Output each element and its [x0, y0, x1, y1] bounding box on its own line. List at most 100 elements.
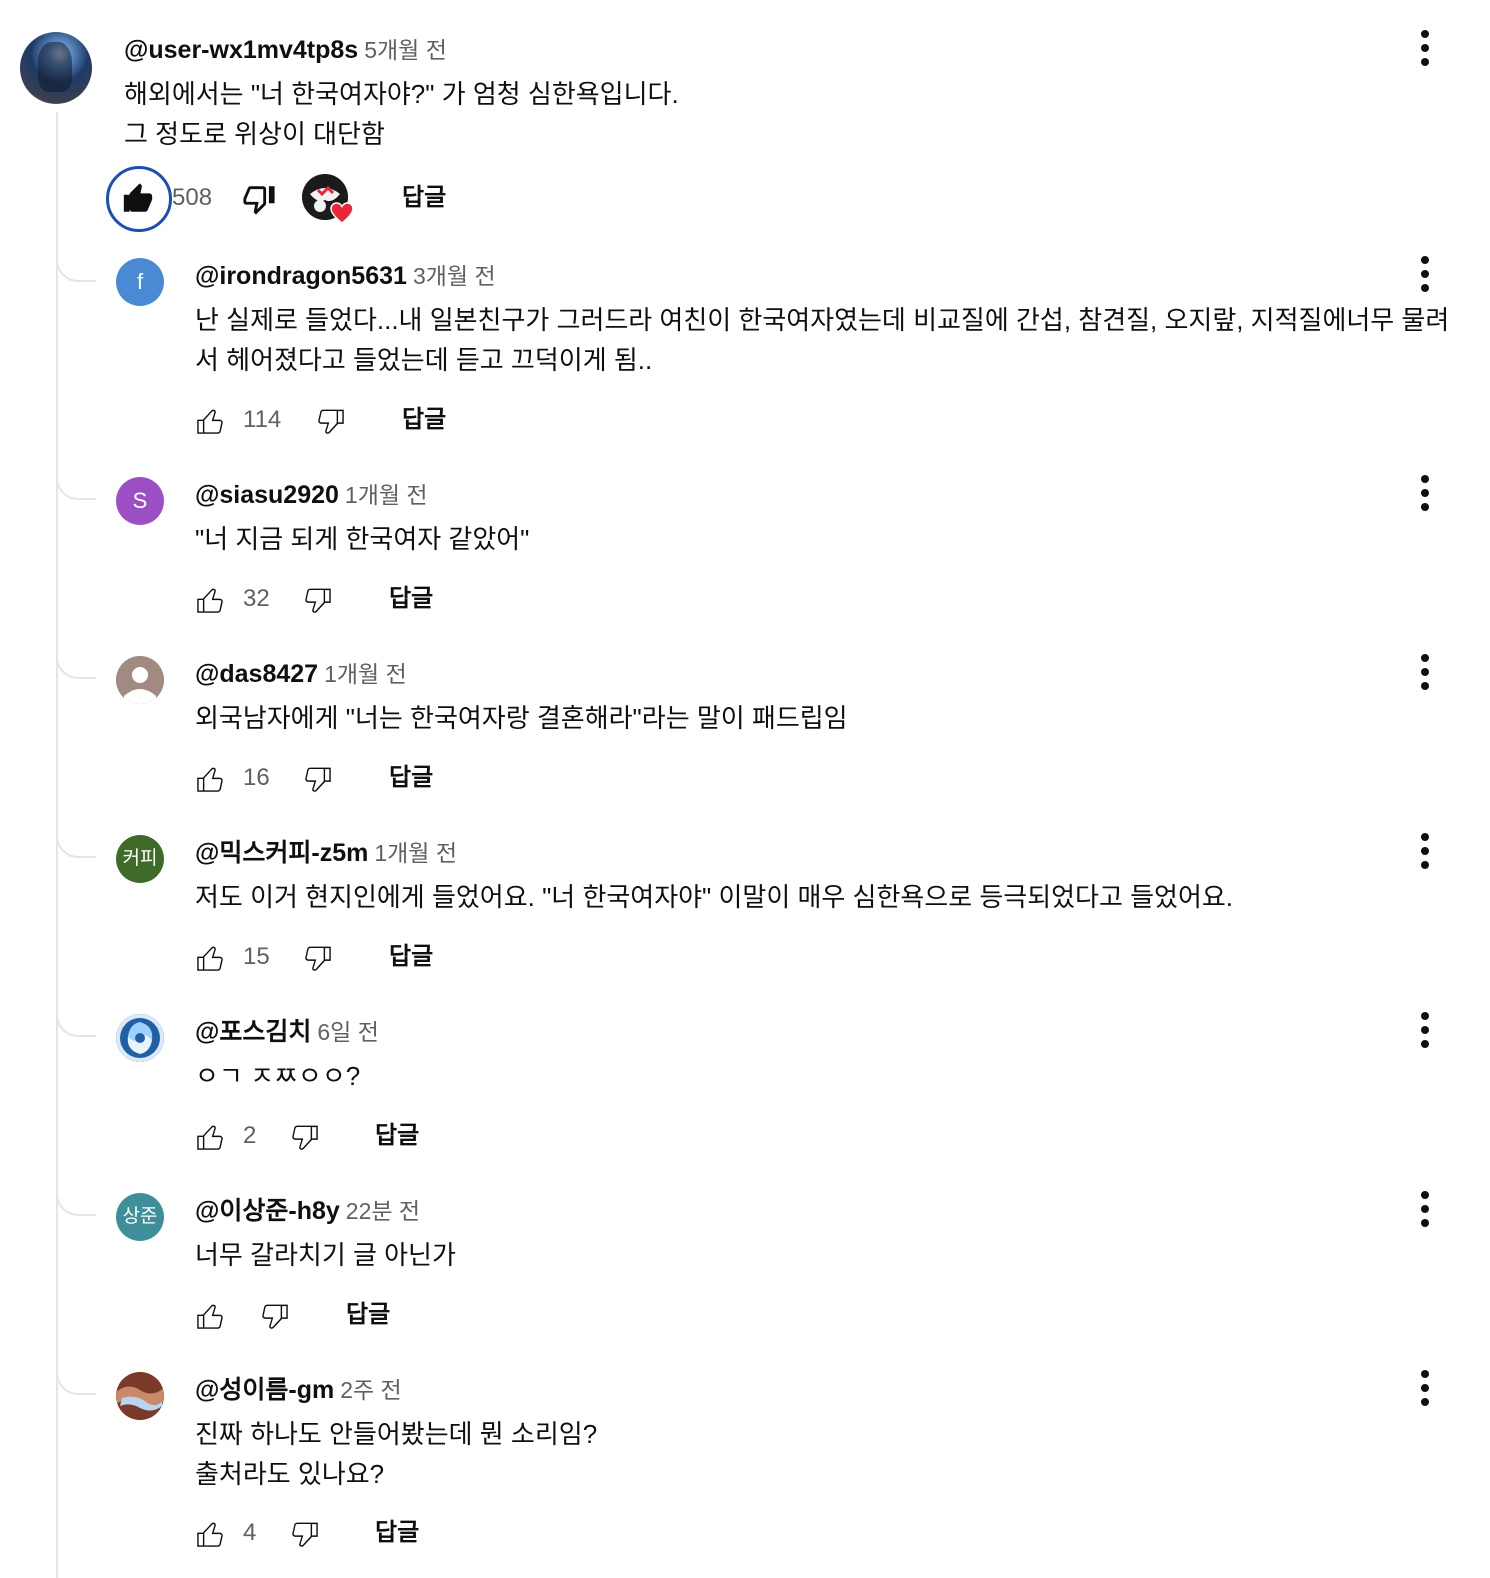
like-count: 2: [243, 1122, 257, 1149]
thumb-down-icon[interactable]: [301, 941, 335, 975]
more-actions-button[interactable]: [1413, 475, 1437, 511]
comment-time[interactable]: 6일 전: [317, 1019, 379, 1045]
swirl-logo-icon: [116, 1014, 164, 1062]
thumb-down-icon[interactable]: [242, 182, 276, 216]
comment-header: @das8427 1개월 전: [195, 658, 407, 690]
action-row: 4 답글: [193, 1511, 493, 1555]
avatar[interactable]: [20, 32, 92, 104]
comment-text: 진짜 하나도 안들어봤는데 뭔 소리임? 출처라도 있나요?: [195, 1419, 598, 1489]
thumb-up-icon[interactable]: [193, 1120, 227, 1154]
comment-text: 외국남자에게 "너는 한국여자랑 결혼해라"라는 말이 패드립임: [195, 703, 848, 733]
thumb-down-icon[interactable]: [314, 404, 348, 438]
thumb-up-icon[interactable]: [121, 182, 155, 216]
thumb-up-icon[interactable]: [193, 404, 227, 438]
thumb-down-icon[interactable]: [288, 1517, 322, 1551]
like-count: 114: [243, 406, 282, 433]
avatar[interactable]: S: [116, 477, 164, 525]
reply-button[interactable]: 답글: [389, 583, 433, 615]
action-row: 2 답글: [193, 1114, 493, 1158]
more-vert-icon: [1421, 833, 1429, 841]
reply-button[interactable]: 답글: [375, 1517, 419, 1549]
more-actions-button[interactable]: [1413, 256, 1437, 292]
comment-time[interactable]: 1개월 전: [374, 840, 457, 866]
comment-time[interactable]: 5개월 전: [364, 37, 447, 63]
author-handle[interactable]: @siasu2920: [195, 481, 339, 509]
reply-connector: [56, 1371, 96, 1395]
author-handle[interactable]: @irondragon5631: [195, 262, 407, 290]
more-vert-icon: [1421, 475, 1429, 483]
comment-header: @irondragon5631 3개월 전: [195, 260, 496, 292]
comment-text: "너 지금 되게 한국여자 같았어": [195, 524, 530, 554]
more-vert-icon: [1421, 654, 1429, 662]
comment-header: @포스김치 6일 전: [195, 1016, 379, 1048]
action-row: 32 답글: [193, 577, 493, 621]
comment-time[interactable]: 1개월 전: [324, 661, 407, 687]
more-actions-button[interactable]: [1413, 654, 1437, 690]
creator-heart-icon: [330, 202, 354, 224]
reply-button[interactable]: 답글: [389, 941, 433, 973]
author-handle[interactable]: @성이름-gm: [195, 1376, 334, 1404]
default-user-icon: [116, 656, 164, 704]
author-handle[interactable]: @포스김치: [195, 1018, 311, 1046]
author-handle[interactable]: @user-wx1mv4tp8s: [124, 36, 358, 64]
like-count: 4: [243, 1519, 257, 1546]
avatar[interactable]: f: [116, 258, 164, 306]
thumb-up-icon[interactable]: [193, 1299, 227, 1333]
comment-header: @믹스커피-z5m 1개월 전: [195, 837, 457, 869]
comment-time[interactable]: 22분 전: [346, 1198, 420, 1224]
comment-header: @siasu2920 1개월 전: [195, 479, 428, 511]
reply-button[interactable]: 답글: [346, 1299, 390, 1331]
reply-connector: [56, 834, 96, 858]
like-count: 508: [172, 184, 213, 211]
action-row: 16 답글: [193, 756, 493, 800]
like-count: 15: [243, 943, 270, 970]
comment-text: 난 실제로 들었다...내 일본친구가 그러드라 여친이 한국여자였는데 비교질…: [195, 305, 1450, 375]
avatar[interactable]: 상준: [116, 1193, 164, 1241]
reply-connector: [56, 258, 96, 282]
more-actions-button[interactable]: [1413, 833, 1437, 869]
reply-connector: [56, 1192, 96, 1216]
more-vert-icon: [1421, 1191, 1429, 1199]
comment-time[interactable]: 3개월 전: [413, 263, 496, 289]
reply-connector: [56, 655, 96, 679]
thumb-down-icon[interactable]: [288, 1120, 322, 1154]
author-handle[interactable]: @이상준-h8y: [195, 1197, 340, 1225]
comment-header: @성이름-gm 2주 전: [195, 1374, 402, 1406]
comment-header: @이상준-h8y 22분 전: [195, 1195, 420, 1227]
reply-button[interactable]: 답글: [375, 1120, 419, 1152]
thumb-down-icon[interactable]: [258, 1299, 292, 1333]
thumb-up-icon[interactable]: [193, 762, 227, 796]
reply-button[interactable]: 답글: [402, 182, 446, 214]
comment-text: 너무 갈라치기 글 아닌가: [195, 1240, 456, 1270]
author-handle[interactable]: @das8427: [195, 660, 318, 688]
thumb-up-icon[interactable]: [193, 583, 227, 617]
comment-time[interactable]: 2주 전: [340, 1377, 402, 1403]
comment-time[interactable]: 1개월 전: [345, 482, 428, 508]
creator-heart-button[interactable]: [302, 174, 354, 224]
more-actions-button[interactable]: [1413, 1191, 1437, 1227]
action-row: 15 답글: [193, 935, 493, 979]
more-vert-icon: [1421, 30, 1429, 38]
reply-button[interactable]: 답글: [402, 404, 446, 436]
author-handle[interactable]: @믹스커피-z5m: [195, 839, 368, 867]
thumb-up-icon[interactable]: [193, 1517, 227, 1551]
avatar[interactable]: [116, 1372, 164, 1420]
more-actions-button[interactable]: [1413, 30, 1437, 66]
thumb-down-icon[interactable]: [301, 762, 335, 796]
avatar[interactable]: [116, 656, 164, 704]
reply-connector: [56, 476, 96, 500]
comment-thread: @user-wx1mv4tp8s 5개월 전 해외에서는 "너 한국여자야?" 가…: [0, 0, 1490, 1578]
more-actions-button[interactable]: [1413, 1012, 1437, 1048]
thumb-down-icon[interactable]: [301, 583, 335, 617]
avatar[interactable]: [116, 1014, 164, 1062]
action-row: 114 답글: [193, 398, 493, 442]
more-vert-icon: [1421, 1012, 1429, 1020]
more-actions-button[interactable]: [1413, 1370, 1437, 1406]
reply-button[interactable]: 답글: [389, 762, 433, 794]
comment-text: ㅇㄱ ㅈㅉㅇㅇ?: [195, 1061, 361, 1091]
landscape-photo-icon: [116, 1372, 164, 1420]
like-count: 16: [243, 764, 270, 791]
reply-connector: [56, 1013, 96, 1037]
thumb-up-icon[interactable]: [193, 941, 227, 975]
avatar[interactable]: 커피: [116, 835, 164, 883]
